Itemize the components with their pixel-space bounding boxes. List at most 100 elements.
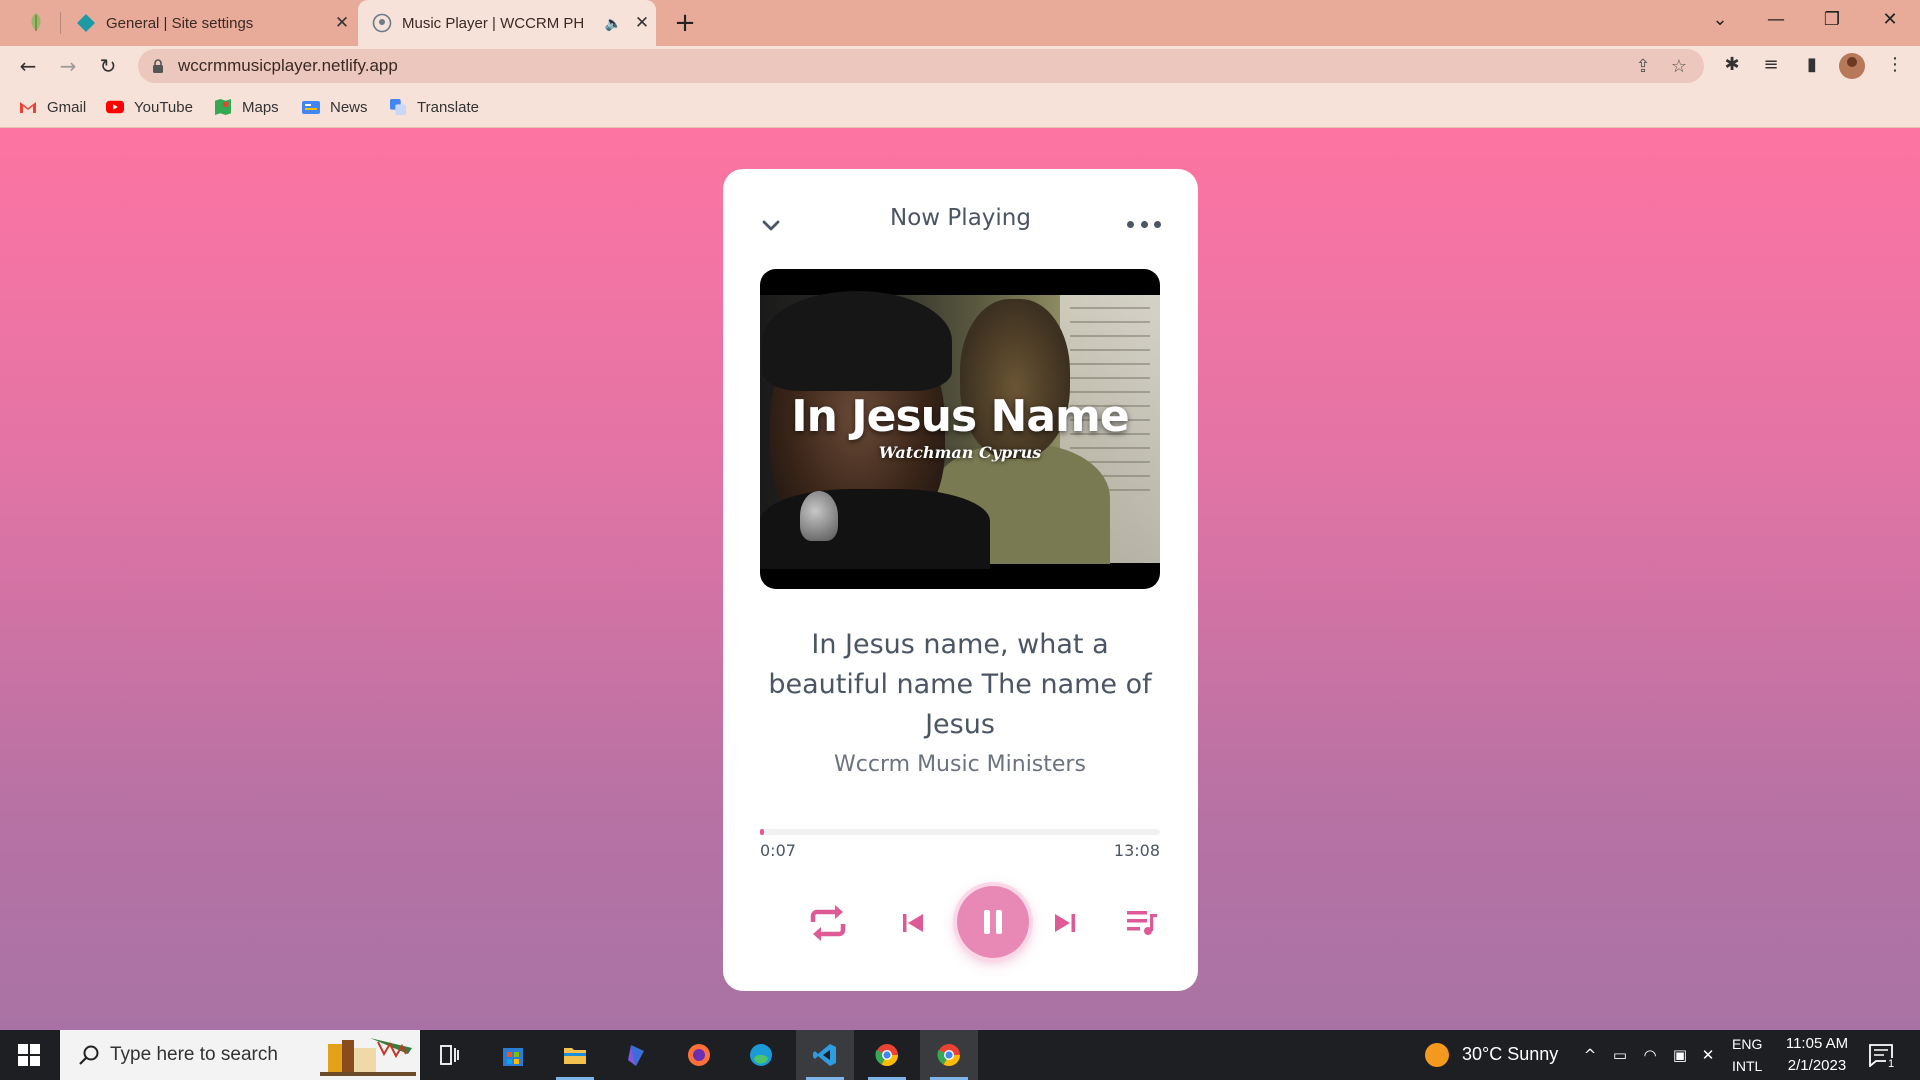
bookmark-youtube[interactable]: YouTube [106, 96, 193, 118]
browser-toolbar: ← → ↻ wccrmmusicplayer.netlify.app ⇪ ☆ [0, 46, 1920, 86]
copilot-button[interactable] [608, 1030, 666, 1080]
edge-icon [750, 1044, 772, 1066]
previous-button[interactable] [901, 911, 925, 935]
taskbar-search[interactable]: Type here to search [60, 1030, 420, 1080]
repeat-button[interactable] [807, 902, 849, 944]
file-explorer-button[interactable] [546, 1030, 604, 1080]
clock-date[interactable]: 2/1/2023 [1782, 1057, 1852, 1074]
bookmark-gmail[interactable]: Gmail [19, 96, 86, 118]
tab-separator [60, 12, 61, 34]
restore-button[interactable]: ❐ [1804, 0, 1860, 40]
windows-start-icon[interactable] [18, 1044, 40, 1066]
menu-kebab-icon[interactable]: ⋮ [1880, 50, 1910, 80]
progress-fill [760, 829, 764, 835]
language-top[interactable]: ENG [1732, 1036, 1762, 1052]
address-bar[interactable]: wccrmmusicplayer.netlify.app ⇪ ☆ [138, 49, 1704, 83]
tab-close-icon[interactable]: ✕ [628, 13, 656, 33]
search-icon [79, 1045, 99, 1065]
tab-title: Music Player | WCCRM PH [402, 14, 585, 32]
tab-strip: General | Site settings ✕ Music Player |… [0, 0, 1920, 46]
translate-icon [390, 99, 406, 115]
store-icon [503, 1048, 523, 1066]
chrome-icon [875, 1044, 898, 1066]
leaf-icon[interactable] [26, 11, 46, 33]
chevron-up-icon[interactable]: ^ [1580, 1045, 1600, 1065]
bookmark-label: YouTube [134, 98, 193, 116]
weather-text[interactable]: 30°C Sunny [1462, 1044, 1558, 1065]
cover-title: In Jesus Name [791, 391, 1129, 442]
weather-sun-icon[interactable] [1424, 1042, 1450, 1068]
battery-icon[interactable]: ▭ [1610, 1045, 1630, 1065]
profile-avatar[interactable] [1839, 53, 1865, 79]
vscode-button[interactable] [796, 1030, 854, 1080]
search-placeholder: Type here to search [110, 1044, 278, 1065]
chrome-icon [937, 1044, 960, 1066]
firefox-icon [688, 1044, 710, 1066]
url-text: wccrmmusicplayer.netlify.app [178, 56, 398, 75]
forward-icon[interactable]: → [52, 50, 84, 82]
wifi-icon[interactable]: ◠ [1640, 1045, 1660, 1065]
firefox-button[interactable] [670, 1030, 728, 1080]
tab-music-player[interactable]: Music Player | WCCRM PH 🔈 ✕ [358, 0, 656, 46]
notification-count: 1 [1886, 1058, 1897, 1070]
current-time: 0:07 [760, 841, 796, 860]
previous-icon [903, 914, 923, 932]
chrome-button[interactable] [858, 1030, 916, 1080]
minimize-button[interactable]: — [1748, 0, 1804, 40]
bookmarks-bar: Gmail YouTube Maps News Translate [0, 86, 1920, 128]
bookmark-maps[interactable]: Maps [214, 96, 279, 118]
pause-icon [984, 910, 990, 934]
media-control-icon[interactable]: ≡ [1756, 50, 1786, 80]
tab-search-dropdown-icon[interactable]: ⌄ [1692, 0, 1748, 40]
bookmark-label: Maps [242, 98, 279, 116]
microphone-icon [800, 491, 838, 541]
playlist-button[interactable] [1126, 908, 1158, 938]
edge-button[interactable] [732, 1030, 790, 1080]
side-panel-icon[interactable]: ▮ [1797, 50, 1827, 80]
playlist-icon [1127, 911, 1157, 935]
progress-bar[interactable] [760, 829, 1160, 835]
share-icon[interactable]: ⇪ [1632, 56, 1654, 78]
album-cover: In Jesus Name Watchman Cyprus [760, 269, 1160, 589]
netlify-icon [77, 14, 95, 32]
tab-site-settings[interactable]: General | Site settings ✕ [62, 0, 356, 46]
task-view-button[interactable] [420, 1030, 478, 1080]
reload-icon[interactable]: ↻ [92, 50, 124, 82]
maps-icon [215, 99, 231, 115]
bookmark-news[interactable]: News [302, 96, 368, 118]
volume-muted-icon[interactable]: ✕ [1698, 1045, 1718, 1065]
next-button[interactable] [1053, 911, 1077, 935]
tab-title: General | Site settings [106, 14, 254, 32]
close-window-button[interactable]: ✕ [1862, 0, 1918, 40]
vscode-icon [813, 1044, 836, 1066]
lock-icon[interactable] [152, 59, 164, 73]
news-icon [302, 101, 320, 114]
gmail-icon [20, 102, 36, 113]
chrome-profile-button[interactable] [920, 1030, 978, 1080]
next-icon [1055, 914, 1075, 932]
bookmark-translate[interactable]: Translate [389, 96, 479, 118]
tab-close-icon[interactable]: ✕ [328, 13, 356, 33]
song-title: In Jesus name, what a beautiful name The… [768, 629, 1152, 740]
back-icon[interactable]: ← [12, 50, 44, 82]
search-highlight-icon [320, 1038, 416, 1076]
artist-name: Wccrm Music Ministers [834, 752, 1086, 777]
bing-icon [628, 1045, 644, 1066]
clock-time[interactable]: 11:05 AM [1782, 1035, 1852, 1052]
total-time: 13:08 [1113, 841, 1160, 860]
speaker-icon[interactable]: 🔈 [605, 15, 622, 32]
extensions-icon[interactable]: ✱ [1717, 50, 1747, 80]
windows-taskbar: Type here to search 30°C Sunny ^ ▭ ◠ ▣ ✕… [0, 1030, 1920, 1080]
bookmark-star-icon[interactable]: ☆ [1668, 56, 1690, 78]
youtube-icon [106, 100, 124, 114]
bookmark-label: Gmail [47, 98, 87, 116]
page-background: Now Playing In Jesus Name Watchman Cypru… [0, 128, 1920, 1030]
new-tab-button[interactable]: + [670, 8, 700, 38]
more-options-icon[interactable] [1127, 217, 1161, 231]
folder-icon [564, 1048, 586, 1064]
language-bottom[interactable]: INTL [1732, 1058, 1762, 1074]
microsoft-store-button[interactable] [484, 1030, 542, 1080]
camera-icon[interactable]: ▣ [1670, 1045, 1690, 1065]
pause-button[interactable] [957, 886, 1029, 958]
repeat-icon [810, 905, 846, 941]
